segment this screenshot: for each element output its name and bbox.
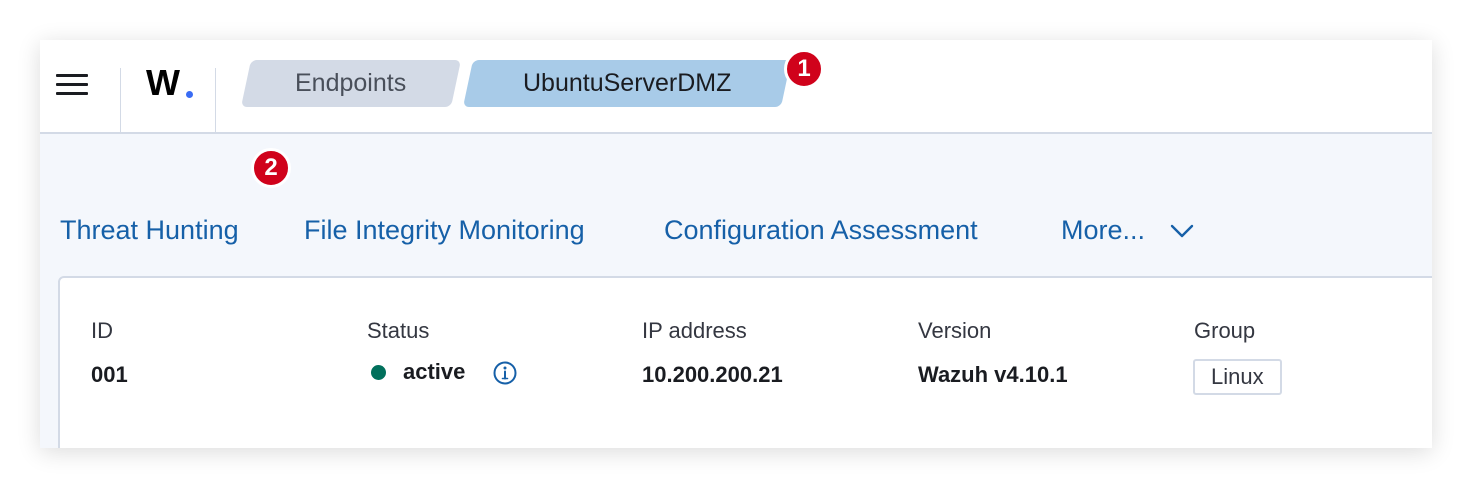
breadcrumb-label: UbuntuServerDMZ [522, 69, 732, 97]
info-icon[interactable] [492, 360, 518, 386]
header-divider [215, 68, 216, 132]
top-header: W Endpoints UbuntuServerDMZ 1 [40, 40, 1432, 134]
tab-more[interactable]: More... [1061, 215, 1145, 249]
header-divider [120, 68, 121, 132]
tab-threat-hunting[interactable]: Threat Hunting [60, 215, 239, 249]
id-label: ID [91, 318, 113, 343]
app-window: W Endpoints UbuntuServerDMZ 1 Threat Hun… [40, 40, 1432, 448]
status-label: Status [367, 318, 430, 343]
version-value: Wazuh v4.10.1 [918, 362, 1068, 387]
logo-dot [186, 91, 193, 98]
ip-address-label: IP address [642, 318, 747, 343]
annotation-marker-2: 2 [251, 148, 291, 188]
chevron-down-icon[interactable] [1170, 221, 1194, 241]
breadcrumb-endpoints[interactable]: Endpoints [241, 60, 461, 107]
version-label: Version [918, 318, 992, 343]
breadcrumb-current-agent[interactable]: UbuntuServerDMZ [463, 60, 791, 107]
id-value: 001 [91, 362, 128, 387]
tab-configuration-assessment[interactable]: Configuration Assessment [664, 215, 978, 249]
breadcrumb-label: Endpoints [295, 69, 407, 97]
ip-address-value: 10.200.200.21 [642, 362, 783, 387]
status-value: active [403, 359, 466, 384]
tab-file-integrity-monitoring[interactable]: File Integrity Monitoring [304, 215, 585, 249]
group-badge-linux[interactable]: Linux [1193, 359, 1282, 395]
status-active-dot [371, 365, 386, 380]
wazuh-logo[interactable]: W [146, 62, 180, 104]
group-label: Group [1194, 318, 1256, 343]
annotation-marker-1: 1 [784, 49, 824, 89]
menu-icon[interactable] [54, 70, 90, 100]
